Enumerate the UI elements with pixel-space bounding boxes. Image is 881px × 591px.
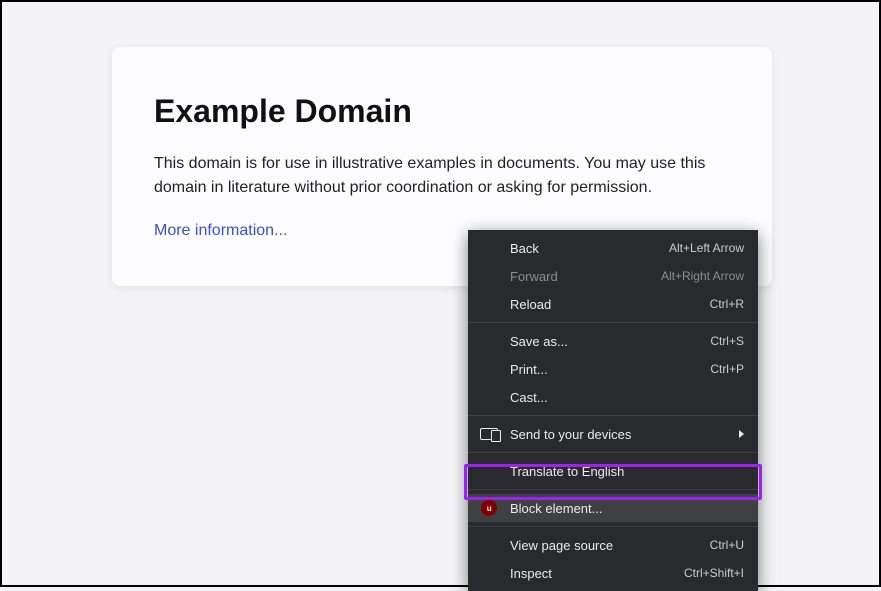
menu-cast[interactable]: Cast... [468, 383, 758, 411]
menu-inspect[interactable]: Inspect Ctrl+Shift+I [468, 559, 758, 587]
menu-print-shortcut: Ctrl+P [710, 362, 744, 376]
menu-back[interactable]: Back Alt+Left Arrow [468, 234, 758, 262]
menu-forward: Forward Alt+Right Arrow [468, 262, 758, 290]
menu-print-label: Print... [510, 362, 548, 377]
menu-view-source-label: View page source [510, 538, 613, 553]
menu-block-element-label: Block element... [510, 501, 603, 516]
menu-block-element[interactable]: u Block element... [468, 494, 758, 522]
menu-save-as[interactable]: Save as... Ctrl+S [468, 327, 758, 355]
menu-reload-label: Reload [510, 297, 551, 312]
page-paragraph: This domain is for use in illustrative e… [154, 152, 730, 200]
menu-forward-shortcut: Alt+Right Arrow [661, 269, 744, 283]
menu-separator [468, 415, 758, 416]
menu-separator [468, 489, 758, 490]
page-heading: Example Domain [154, 93, 730, 130]
context-menu: Back Alt+Left Arrow Forward Alt+Right Ar… [468, 230, 758, 591]
menu-translate[interactable]: Translate to English [468, 457, 758, 485]
menu-back-label: Back [510, 241, 539, 256]
menu-save-as-label: Save as... [510, 334, 568, 349]
menu-inspect-shortcut: Ctrl+Shift+I [684, 566, 744, 580]
menu-separator [468, 452, 758, 453]
submenu-arrow-icon [739, 430, 744, 438]
ublock-icon: u [480, 499, 498, 517]
menu-view-source-shortcut: Ctrl+U [710, 538, 744, 552]
menu-send-devices[interactable]: Send to your devices [468, 420, 758, 448]
menu-save-as-shortcut: Ctrl+S [710, 334, 744, 348]
menu-back-shortcut: Alt+Left Arrow [669, 241, 744, 255]
devices-icon [480, 425, 498, 443]
menu-reload-shortcut: Ctrl+R [710, 297, 744, 311]
menu-separator [468, 322, 758, 323]
menu-inspect-label: Inspect [510, 566, 552, 581]
menu-cast-label: Cast... [510, 390, 548, 405]
menu-send-devices-label: Send to your devices [510, 427, 631, 442]
menu-forward-label: Forward [510, 269, 558, 284]
menu-print[interactable]: Print... Ctrl+P [468, 355, 758, 383]
menu-separator [468, 526, 758, 527]
menu-reload[interactable]: Reload Ctrl+R [468, 290, 758, 318]
menu-translate-label: Translate to English [510, 464, 624, 479]
more-info-link[interactable]: More information... [154, 222, 287, 239]
menu-view-source[interactable]: View page source Ctrl+U [468, 531, 758, 559]
